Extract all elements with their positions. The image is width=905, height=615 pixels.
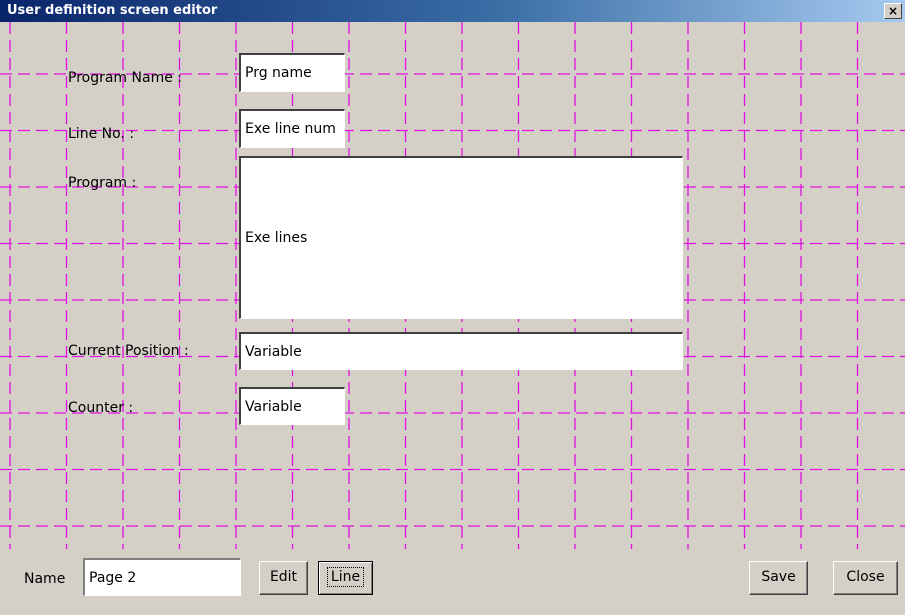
current-position-label[interactable]: Current Position : — [68, 343, 189, 359]
name-label: Name — [24, 571, 66, 587]
program-name-label[interactable]: Program Name : — [68, 70, 182, 86]
page-name-input[interactable] — [83, 558, 241, 596]
line-button[interactable]: Line — [318, 561, 373, 595]
save-button[interactable]: Save — [749, 561, 808, 595]
current-position-field[interactable]: Variable — [239, 332, 683, 370]
program-lines-text: Exe lines — [245, 230, 308, 246]
counter-field[interactable]: Variable — [239, 387, 345, 425]
line-button-label: Line — [326, 567, 365, 587]
line-no-label[interactable]: Line No. : — [68, 126, 134, 142]
window-title: User definition screen editor — [7, 3, 218, 18]
bottom-toolbar: Name Edit Line Save Close — [0, 549, 905, 615]
program-name-field[interactable]: Prg name — [239, 53, 345, 92]
program-label[interactable]: Program : — [68, 175, 136, 191]
title-bar: User definition screen editor × — [0, 0, 905, 22]
edit-button[interactable]: Edit — [259, 561, 308, 595]
program-lines-field[interactable]: Exe lines — [239, 156, 683, 319]
design-canvas[interactable]: Program Name : Prg name Line No. : Exe l… — [0, 22, 905, 549]
close-icon[interactable]: × — [884, 3, 902, 19]
close-button[interactable]: Close — [833, 561, 898, 595]
counter-label[interactable]: Counter : — [68, 400, 133, 416]
line-no-field[interactable]: Exe line num — [239, 109, 345, 148]
